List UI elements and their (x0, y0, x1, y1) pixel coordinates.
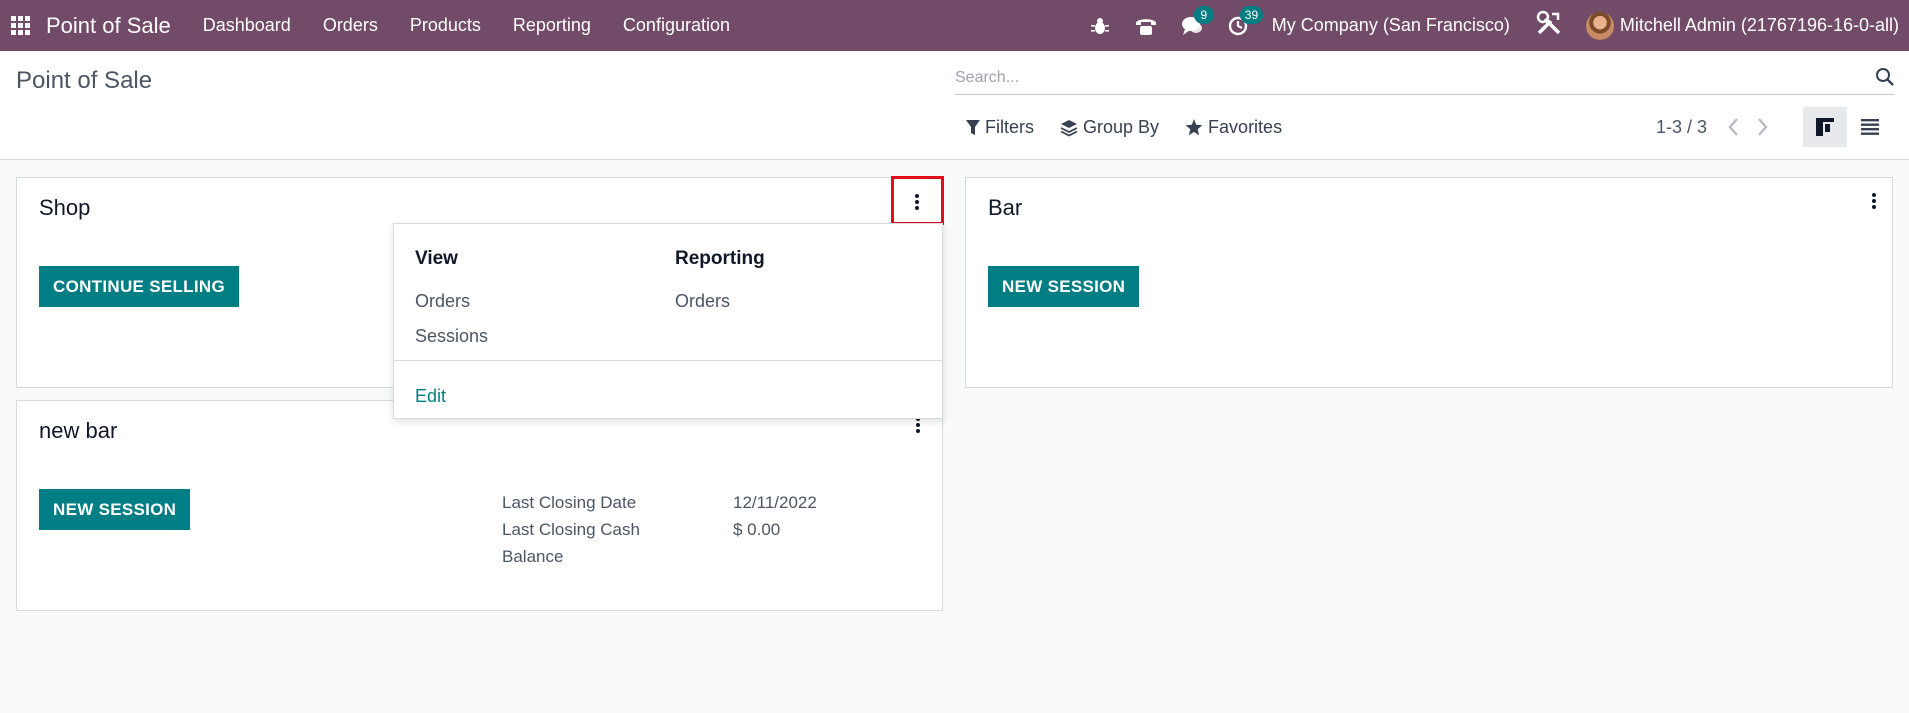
group-by-label: Group By (1083, 117, 1160, 137)
last-closing-cash-value: $ 0.00 (733, 520, 781, 539)
page-title: Point of Sale (16, 67, 153, 94)
favorites-label: Favorites (1208, 117, 1283, 137)
favorites-button[interactable]: Favorites (1185, 117, 1282, 138)
top-navbar: Point of Sale Dashboard Orders Products … (0, 0, 1909, 51)
menu-configuration[interactable]: Configuration (607, 15, 746, 36)
pos-card-bar: Bar NEW SESSION (965, 177, 1893, 388)
filters-label: Filters (985, 117, 1034, 137)
list-view-icon[interactable] (1848, 107, 1892, 147)
chevron-left-icon[interactable] (1726, 116, 1740, 143)
card-title: Bar (988, 195, 1023, 220)
view-section-header: View (415, 248, 458, 269)
avatar[interactable] (1585, 11, 1614, 40)
card-title: Shop (39, 195, 91, 220)
search-input[interactable] (955, 65, 1855, 91)
apps-grid-icon[interactable] (11, 15, 31, 36)
pos-card-new-bar: new bar NEW SESSION Last Closing Date 12… (16, 400, 943, 611)
pager-value[interactable]: 1-3 / 3 (1656, 117, 1707, 138)
card-dropdown-menu: View Orders Sessions Reporting Orders Ed… (393, 223, 943, 419)
user-menu[interactable]: Mitchell Admin (21767196-16-0-all) (1620, 15, 1899, 36)
chat-icon[interactable]: 9 (1180, 5, 1214, 38)
divider (394, 360, 942, 361)
phone-icon[interactable] (1134, 14, 1158, 38)
menu-reporting[interactable]: Reporting (497, 15, 607, 36)
new-session-button[interactable]: NEW SESSION (39, 489, 191, 530)
control-panel: Point of Sale Filters Group By Favorites… (0, 51, 1909, 160)
activities-count-badge: 39 (1239, 5, 1264, 24)
chevron-right-icon[interactable] (1756, 116, 1770, 143)
filter-icon (966, 119, 980, 135)
reporting-orders-link[interactable]: Orders (675, 291, 730, 312)
reporting-section-header: Reporting (675, 248, 765, 269)
edit-link[interactable]: Edit (415, 386, 446, 407)
kebab-icon[interactable] (1862, 188, 1886, 214)
search-bar (955, 61, 1895, 95)
company-switcher[interactable]: My Company (San Francisco) (1272, 15, 1510, 36)
new-session-button[interactable]: NEW SESSION (988, 266, 1140, 307)
filters-button[interactable]: Filters (966, 117, 1034, 138)
view-orders-link[interactable]: Orders (415, 291, 470, 312)
search-icon[interactable] (1875, 67, 1895, 92)
menu-dashboard[interactable]: Dashboard (187, 15, 307, 36)
systray: 9 39 My Company (San Francisco) Mitchell… (1088, 0, 1909, 51)
app-brand[interactable]: Point of Sale (46, 13, 171, 39)
group-by-button[interactable]: Group By (1060, 117, 1159, 138)
messages-count-badge: 9 (1193, 5, 1214, 24)
menu-orders[interactable]: Orders (307, 15, 394, 36)
main-menu: Dashboard Orders Products Reporting Conf… (187, 15, 746, 36)
search-options: Filters Group By Favorites (966, 117, 1308, 138)
last-closing-cash-label-cont: Balance (502, 547, 564, 566)
clock-icon[interactable]: 39 (1226, 5, 1264, 38)
tools-icon[interactable] (1536, 10, 1562, 41)
star-icon (1185, 119, 1203, 136)
last-closing-cash-label: Last Closing Cash (502, 520, 640, 539)
view-sessions-link[interactable]: Sessions (415, 326, 488, 347)
highlight-box (891, 176, 944, 225)
bug-icon[interactable] (1088, 14, 1112, 38)
kanban-view-icon[interactable] (1803, 107, 1847, 147)
layers-icon (1060, 119, 1078, 137)
last-closing-date-value: 12/11/2022 (733, 493, 817, 512)
menu-products[interactable]: Products (394, 15, 497, 36)
last-closing-date-label: Last Closing Date (502, 493, 637, 512)
card-title: new bar (39, 418, 118, 443)
continue-selling-button[interactable]: CONTINUE SELLING (39, 266, 239, 307)
